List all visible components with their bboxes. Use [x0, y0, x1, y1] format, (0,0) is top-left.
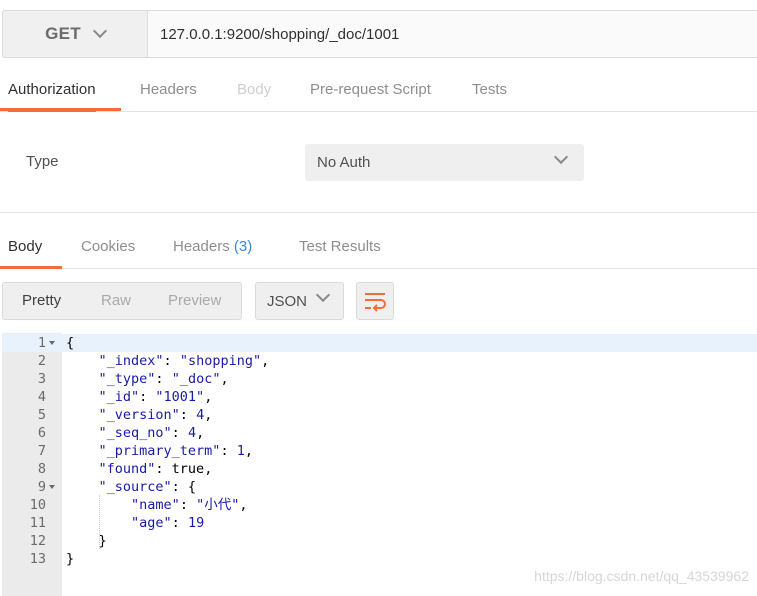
- code-line: 11 "age": 19: [0, 514, 757, 532]
- line-number: 7: [37, 443, 46, 459]
- code-line: 3 "_type": "_doc",: [0, 370, 757, 388]
- code-text: "_version": 4,: [98, 407, 213, 423]
- headers-count-badge: (3): [233, 238, 253, 255]
- format-select[interactable]: JSON: [255, 282, 344, 320]
- line-number: 2: [37, 353, 46, 369]
- active-response-tab-indicator: [0, 266, 62, 269]
- tab-pre-request-script[interactable]: Pre-request Script: [310, 70, 431, 112]
- watermark: https://blog.csdn.net/qq_43539962: [534, 568, 749, 584]
- code-text: }: [66, 551, 75, 567]
- wrap-lines-button[interactable]: [356, 282, 394, 320]
- method-label: GET: [45, 24, 81, 43]
- method-selector[interactable]: GET: [2, 10, 148, 58]
- view-raw-button[interactable]: Raw: [101, 283, 131, 319]
- line-number: 10: [29, 497, 46, 513]
- fold-arrow-icon[interactable]: [49, 341, 55, 345]
- code-line: 12 }: [0, 532, 757, 550]
- line-number: 12: [29, 533, 46, 549]
- url-input[interactable]: 127.0.0.1:9200/shopping/_doc/1001: [148, 10, 757, 58]
- auth-type-select[interactable]: No Auth: [305, 144, 584, 181]
- line-number: 3: [37, 371, 46, 387]
- line-number: 1: [37, 335, 46, 351]
- tab-tests[interactable]: Tests: [472, 70, 507, 112]
- request-tabs: Authorization Headers Body Pre-request S…: [0, 70, 757, 112]
- tab-body[interactable]: Body: [237, 70, 271, 112]
- code-line: 13}: [0, 550, 757, 568]
- code-text: "_primary_term": 1,: [98, 443, 253, 459]
- line-number: 6: [37, 425, 46, 441]
- code-text: "age": 19: [131, 515, 205, 531]
- code-line: 9 "_source": {: [0, 478, 757, 496]
- wrap-lines-icon: [365, 293, 386, 312]
- code-line: 2 "_index": "shopping",: [0, 352, 757, 370]
- request-bar: GET 127.0.0.1:9200/shopping/_doc/1001: [0, 8, 757, 60]
- chevron-down-icon: [315, 287, 331, 303]
- chevron-down-icon: [92, 23, 107, 39]
- format-value: JSON: [267, 292, 308, 310]
- code-line: 5 "_version": 4,: [0, 406, 757, 424]
- chevron-down-icon: [553, 149, 569, 165]
- auth-type-value: No Auth: [317, 154, 371, 171]
- code-text: {: [66, 335, 75, 351]
- tab-cookies[interactable]: Cookies: [81, 226, 135, 269]
- auth-type-label: Type: [26, 153, 59, 170]
- response-tabs: Body Cookies Headers (3) Test Results: [0, 226, 757, 269]
- code-line: 10 "name": "小代",: [0, 496, 757, 514]
- tab-headers[interactable]: Headers: [140, 70, 197, 112]
- tab-test-results[interactable]: Test Results: [299, 226, 381, 269]
- line-number: 9: [37, 479, 46, 495]
- code-line: 4 "_id": "1001",: [0, 388, 757, 406]
- code-line: 6 "_seq_no": 4,: [0, 424, 757, 442]
- code-text: "_source": {: [98, 479, 197, 495]
- code-text: "_seq_no": 4,: [98, 425, 205, 441]
- view-mode-toggle: Pretty Raw Preview: [2, 282, 242, 320]
- code-text: "_id": "1001",: [98, 389, 213, 405]
- code-text: "_type": "_doc",: [98, 371, 229, 387]
- tab-authorization[interactable]: Authorization: [8, 70, 96, 112]
- line-number: 5: [37, 407, 46, 423]
- line-number: 11: [29, 515, 46, 531]
- active-tab-indicator: [0, 108, 121, 111]
- section-divider: [0, 212, 757, 213]
- code-line: 7 "_primary_term": 1,: [0, 442, 757, 460]
- tab-response-headers[interactable]: Headers (3): [173, 226, 252, 269]
- view-preview-button[interactable]: Preview: [168, 283, 221, 319]
- view-pretty-button[interactable]: Pretty: [22, 283, 61, 319]
- code-text: }: [66, 533, 107, 549]
- line-number: 13: [29, 551, 46, 567]
- code-line: 1{: [2, 334, 757, 352]
- line-number: 8: [37, 461, 46, 477]
- fold-arrow-icon[interactable]: [49, 485, 55, 489]
- tab-response-headers-label: Headers: [173, 238, 230, 255]
- code-text: "found": true,: [98, 461, 213, 477]
- code-line: 8 "found": true,: [0, 460, 757, 478]
- line-number: 4: [37, 389, 46, 405]
- code-text: "name": "小代",: [131, 497, 248, 513]
- tab-response-body[interactable]: Body: [8, 226, 43, 269]
- code-text: "_index": "shopping",: [98, 353, 270, 369]
